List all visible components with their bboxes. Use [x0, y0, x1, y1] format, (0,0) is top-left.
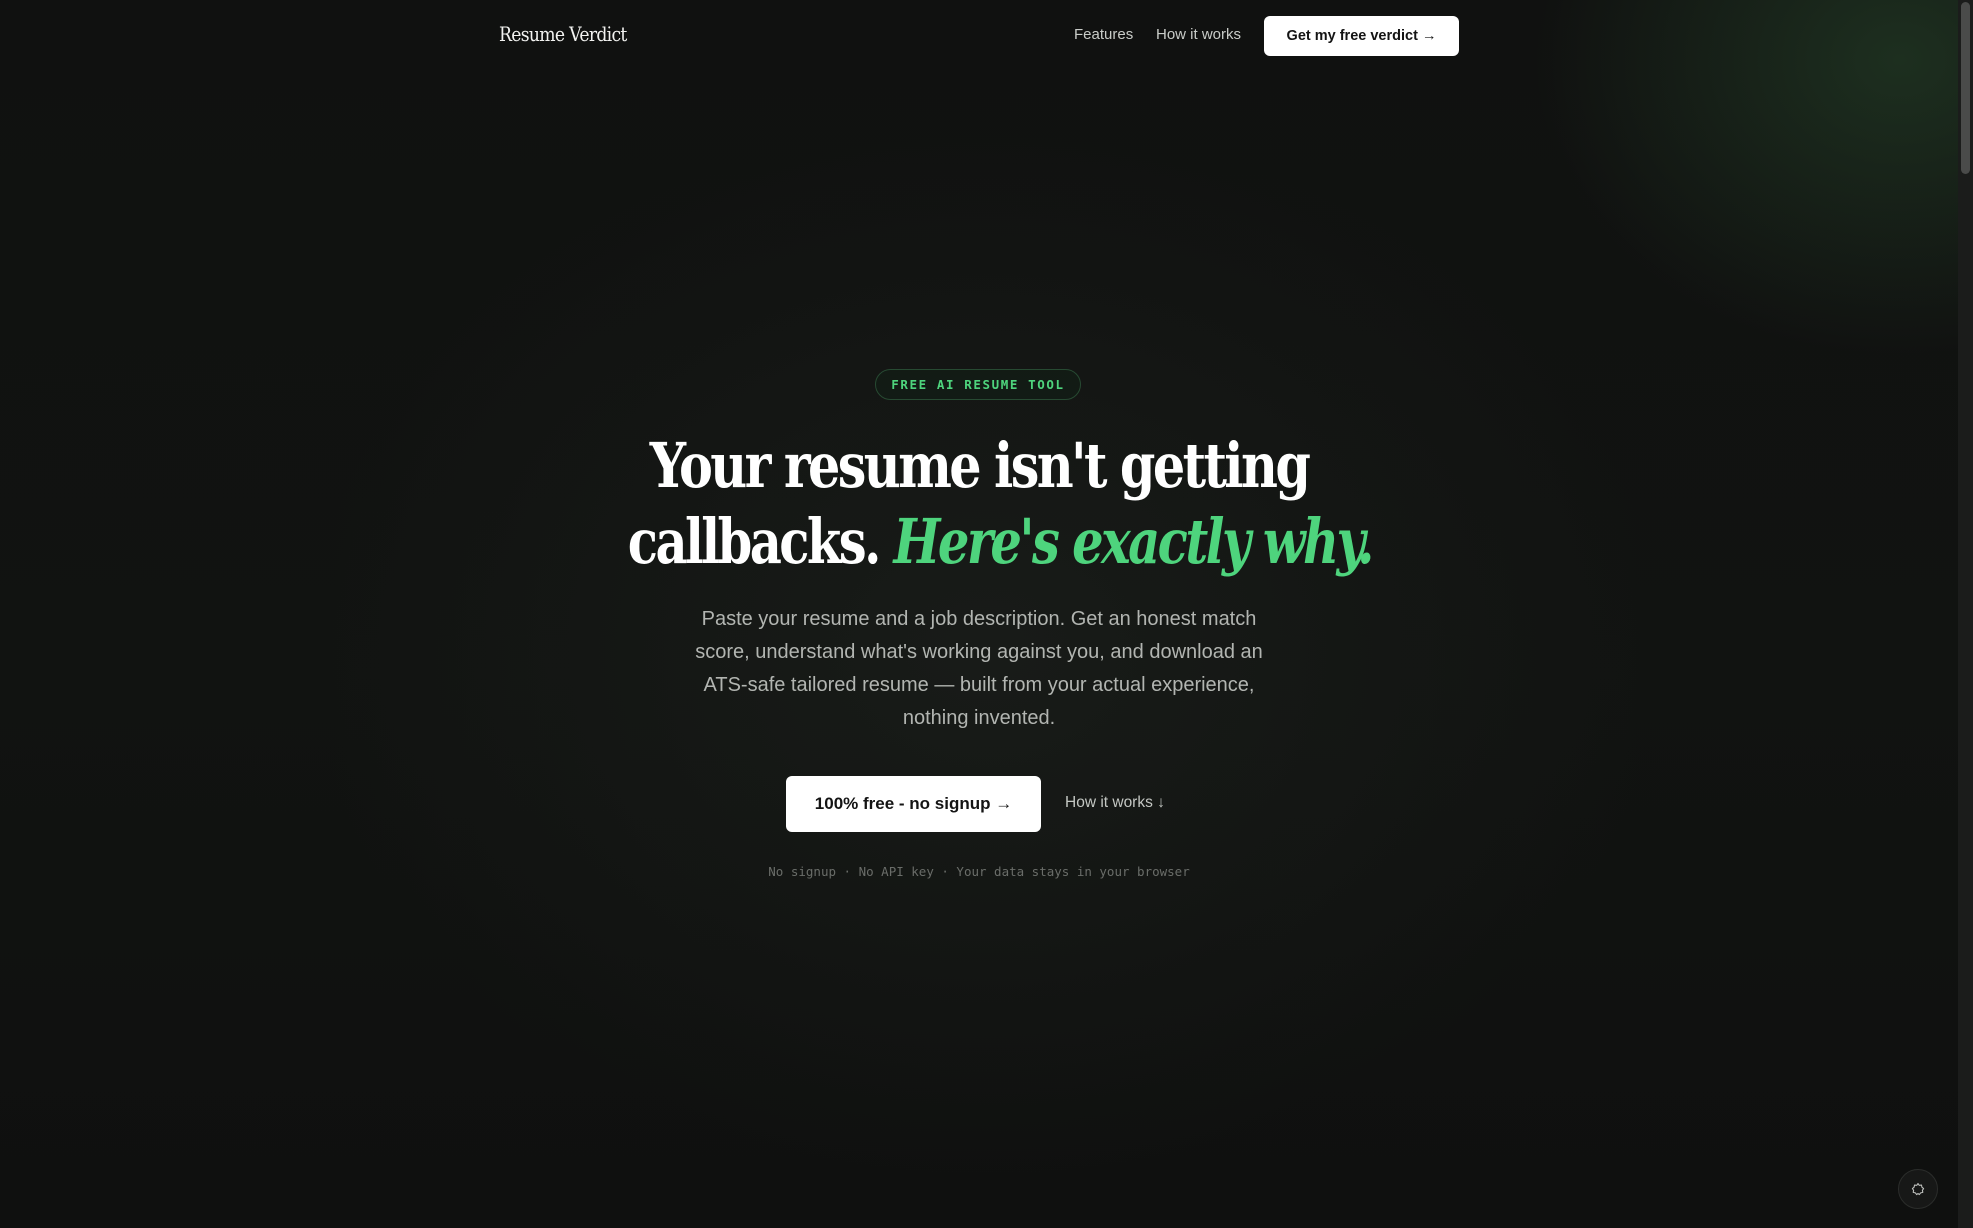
- scrollbar-thumb[interactable]: [1961, 2, 1970, 174]
- free-no-signup-button[interactable]: 100% free - no signup →: [786, 776, 1041, 832]
- nav-link-features[interactable]: Features: [1074, 26, 1133, 43]
- how-it-works-link[interactable]: How it works ↓: [1065, 794, 1165, 812]
- trust-line: No signup · No API key · Your data stays…: [768, 864, 1190, 879]
- landing-page: Resume Verdict Features How it works Get…: [0, 0, 1958, 1228]
- get-free-verdict-button[interactable]: Get my free verdict →: [1264, 16, 1459, 56]
- headline-line-2: callbacks. Here's exactly why.: [627, 504, 1375, 580]
- nav-link-how-it-works[interactable]: How it works: [1156, 26, 1241, 43]
- settings-icon: [1911, 1182, 1925, 1196]
- headline-accent-text: Here's exactly why.: [893, 505, 1375, 578]
- site-logo[interactable]: Resume Verdict: [499, 22, 627, 46]
- floating-action-button[interactable]: [1898, 1169, 1938, 1209]
- hero-subheadline: Paste your resume and a job description.…: [695, 608, 1263, 729]
- top-navigation: Resume Verdict Features How it works Get…: [0, 0, 1958, 72]
- hero-headline: Your resume isn't getting callbacks. Her…: [540, 428, 1418, 580]
- page-scrollbar[interactable]: [1958, 0, 1973, 1228]
- headline-line-1: Your resume isn't getting: [649, 429, 1311, 502]
- hero-badge: FREE AI RESUME TOOL: [875, 369, 1081, 400]
- headline-plain-text: callbacks.: [627, 505, 882, 578]
